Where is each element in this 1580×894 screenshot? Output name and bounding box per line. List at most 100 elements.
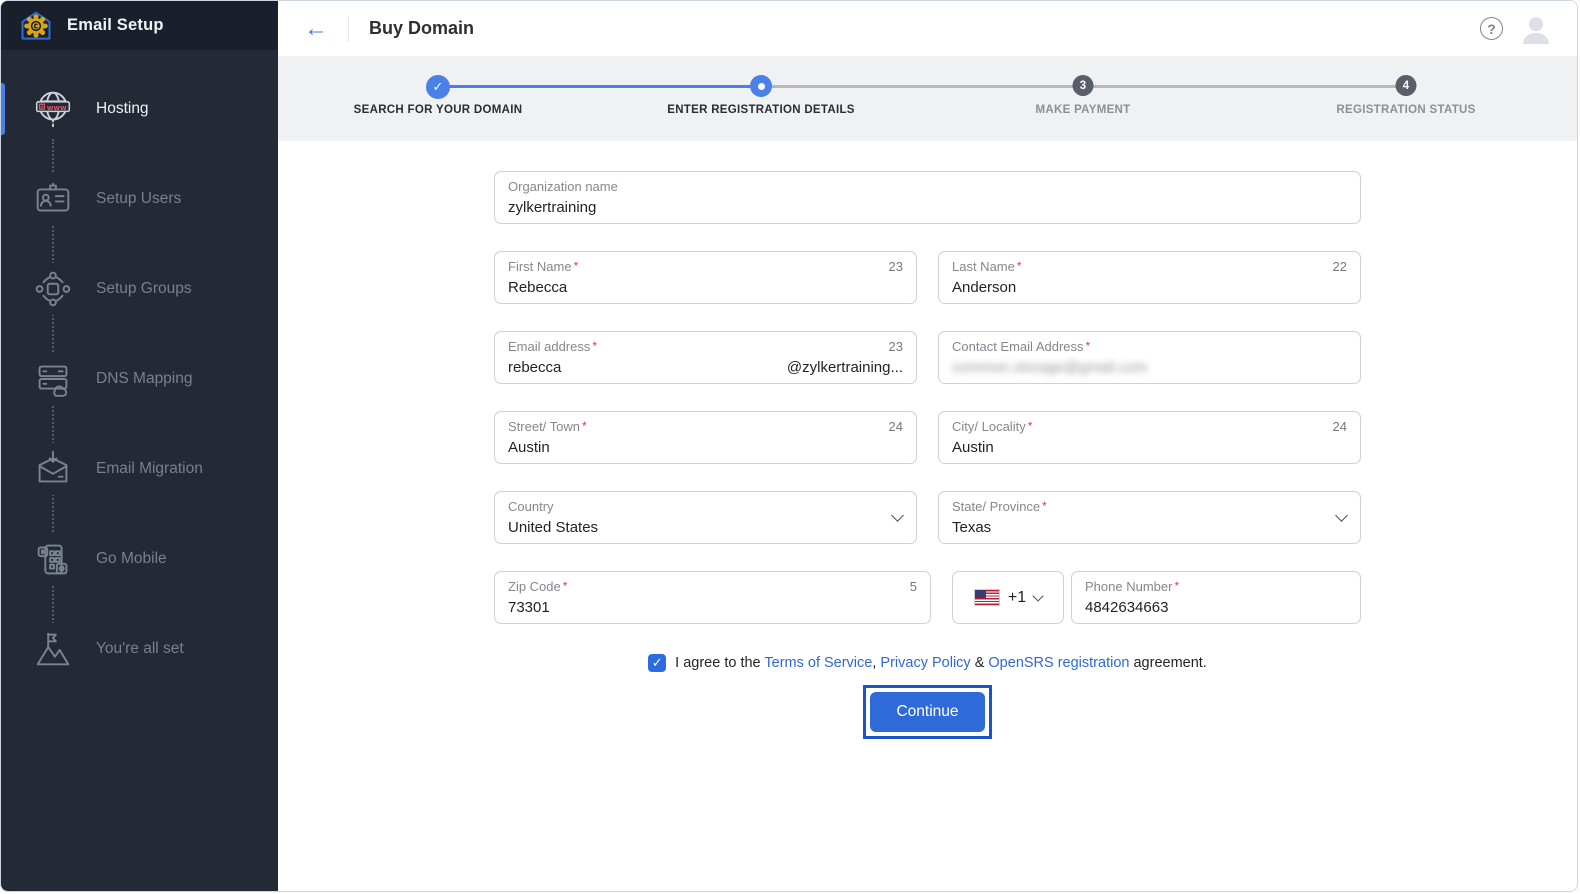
field-label: State/ Province*: [952, 499, 1047, 514]
char-counter: 5: [910, 579, 917, 594]
sidebar-item-youre-all-set[interactable]: You're all set: [1, 619, 278, 679]
topbar: ← Buy Domain ?: [278, 1, 1577, 56]
terms-of-service-link[interactable]: Terms of Service: [764, 655, 872, 671]
last-name-value: Anderson: [952, 279, 1347, 296]
street-town-field[interactable]: Street/ Town* 24 Austin: [494, 411, 917, 464]
email-local-part: rebecca: [508, 359, 561, 376]
help-icon[interactable]: ?: [1480, 17, 1503, 40]
sidebar-item-email-migration[interactable]: Email Migration: [1, 439, 278, 499]
zip-code-value: 73301: [508, 599, 917, 616]
sidebar-item-go-mobile[interactable]: Go Mobile: [1, 529, 278, 589]
back-arrow-icon[interactable]: ←: [304, 17, 328, 41]
privacy-policy-link[interactable]: Privacy Policy: [880, 655, 970, 671]
char-counter: 23: [889, 339, 903, 354]
country-select[interactable]: Country United States: [494, 491, 917, 544]
step-2-circle[interactable]: [750, 75, 772, 97]
field-label: Last Name*: [952, 259, 1022, 274]
field-label: Street/ Town*: [508, 419, 587, 434]
app-window: Email Setup www Hosting: [0, 0, 1578, 892]
required-asterisk: *: [1086, 339, 1091, 353]
agreement-text: I agree to the Terms of Service, Privacy…: [675, 655, 1207, 671]
sidebar-item-label: Hosting: [96, 100, 149, 118]
opensrs-registration-link[interactable]: OpenSRS registration: [988, 655, 1129, 671]
field-label: Country: [508, 499, 554, 514]
step-1-circle[interactable]: ✓: [426, 75, 450, 99]
email-address-field[interactable]: Email address* 23 rebecca @zylkertrainin…: [494, 331, 917, 384]
phone-number-field[interactable]: Phone Number* 4842634663: [1071, 571, 1361, 624]
required-asterisk: *: [1174, 579, 1179, 593]
agreement-suffix: agreement.: [1129, 655, 1206, 671]
agreement-checkbox[interactable]: ✓: [648, 654, 666, 672]
agreement-separator: &: [971, 655, 989, 671]
mobile-apps-icon: [30, 533, 76, 585]
sidebar-item-label: Email Migration: [96, 460, 203, 478]
topbar-divider: [348, 16, 349, 42]
city-locality-field[interactable]: City/ Locality* 24 Austin: [938, 411, 1361, 464]
step-1-label: SEARCH FOR YOUR DOMAIN: [354, 104, 523, 116]
organization-name-field[interactable]: Organization name zylkertraining: [494, 171, 1361, 224]
continue-button[interactable]: Continue: [870, 692, 984, 732]
field-label: City/ Locality*: [952, 419, 1032, 434]
sidebar-item-setup-users[interactable]: Setup Users: [1, 169, 278, 229]
state-province-select[interactable]: State/ Province* Texas: [938, 491, 1361, 544]
wizard-stepper: ✓ 3 4 SEARCH FOR YOUR DOMAIN ENTER REGIS…: [278, 56, 1577, 141]
continue-button-highlight-annotation: Continue: [863, 685, 991, 739]
step-3-label: MAKE PAYMENT: [1036, 104, 1131, 116]
char-counter: 24: [889, 419, 903, 434]
char-counter: 23: [889, 259, 903, 274]
first-name-field[interactable]: First Name* 23 Rebecca: [494, 251, 917, 304]
contact-email-value-blurred: common.storage@gmail.com: [952, 359, 1347, 376]
field-label: Organization name: [508, 179, 618, 194]
email-setup-logo-icon: [19, 10, 53, 42]
required-asterisk: *: [592, 339, 597, 353]
char-counter: 24: [1333, 419, 1347, 434]
step-4-label: REGISTRATION STATUS: [1336, 104, 1475, 116]
country-value: United States: [508, 519, 903, 536]
step-3-circle[interactable]: 3: [1073, 75, 1094, 96]
field-label: Email address*: [508, 339, 597, 354]
email-domain-suffix: @zylkertraining...: [787, 359, 903, 376]
sidebar-item-dns-mapping[interactable]: DNS Mapping: [1, 349, 278, 409]
phone-number-value: 4842634663: [1085, 599, 1347, 616]
sidebar: Email Setup www Hosting: [1, 1, 278, 891]
required-asterisk: *: [582, 419, 587, 433]
required-asterisk: *: [574, 259, 579, 273]
app-title: Email Setup: [67, 16, 164, 35]
sidebar-item-hosting[interactable]: www Hosting: [1, 79, 278, 139]
sidebar-item-label: Setup Groups: [96, 280, 192, 298]
svg-text:www: www: [47, 103, 67, 112]
step-4-circle[interactable]: 4: [1396, 75, 1417, 96]
envelope-import-icon: [30, 443, 76, 495]
step-2-label: ENTER REGISTRATION DETAILS: [667, 104, 855, 116]
field-label: Zip Code*: [508, 579, 567, 594]
city-locality-value: Austin: [952, 439, 1347, 456]
page-title: Buy Domain: [369, 18, 474, 39]
mountain-flag-icon: [30, 623, 76, 675]
us-flag-icon: [974, 589, 1000, 606]
server-cloud-icon: [30, 353, 76, 405]
sidebar-item-label: Go Mobile: [96, 550, 167, 568]
required-asterisk: *: [1017, 259, 1022, 273]
last-name-field[interactable]: Last Name* 22 Anderson: [938, 251, 1361, 304]
zip-code-field[interactable]: Zip Code* 5 73301: [494, 571, 931, 624]
street-town-value: Austin: [508, 439, 903, 456]
chevron-down-icon: [1032, 590, 1043, 601]
sidebar-item-setup-groups[interactable]: Setup Groups: [1, 259, 278, 319]
required-asterisk: *: [1042, 499, 1047, 513]
country-code-select[interactable]: +1: [952, 571, 1064, 624]
agreement-prefix: I agree to the: [675, 655, 764, 671]
char-counter: 22: [1333, 259, 1347, 274]
people-network-icon: [30, 263, 76, 315]
required-asterisk: *: [1028, 419, 1033, 433]
organization-name-value: zylkertraining: [508, 199, 1347, 216]
sidebar-item-label: Setup Users: [96, 190, 181, 208]
sidebar-item-label: DNS Mapping: [96, 370, 193, 388]
main-content: ← Buy Domain ? ✓ 3 4 SEARCH FOR YOUR DOM…: [278, 1, 1577, 891]
sidebar-header: Email Setup: [1, 1, 278, 50]
sidebar-item-label: You're all set: [96, 640, 184, 658]
stepper-line-completed: [438, 85, 761, 88]
state-province-value: Texas: [952, 519, 1347, 536]
contact-email-field[interactable]: Contact Email Address* common.storage@gm…: [938, 331, 1361, 384]
globe-www-icon: www: [30, 83, 76, 135]
avatar[interactable]: [1519, 12, 1553, 46]
